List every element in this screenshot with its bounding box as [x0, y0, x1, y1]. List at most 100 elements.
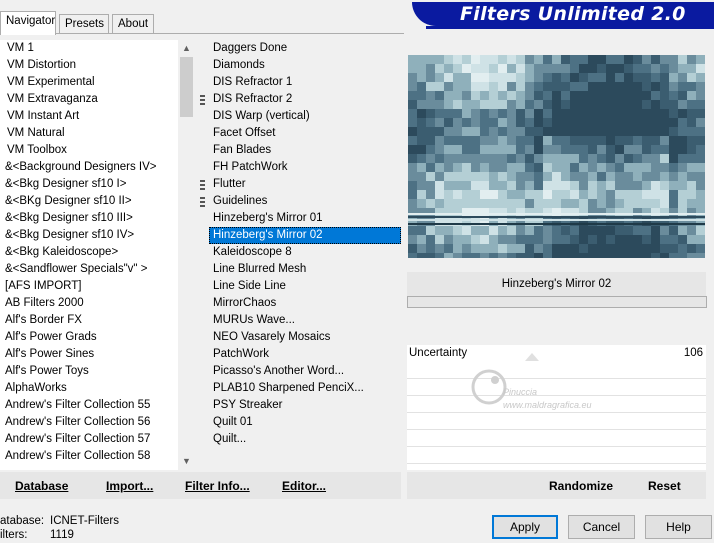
database-label: atabase: [0, 515, 45, 527]
tab-navigator[interactable]: Navigator [0, 11, 56, 35]
apply-button[interactable]: Apply [492, 515, 558, 539]
category-list-item[interactable]: &<Bkg Designer sf10 III> [0, 210, 178, 227]
cancel-button[interactable]: Cancel [568, 515, 635, 539]
parameter-row [407, 446, 706, 464]
import-button[interactable]: Import... [106, 479, 153, 493]
title-banner-underline [426, 26, 714, 29]
filter-label: Fan Blades [213, 144, 272, 156]
slider-marker-icon[interactable] [525, 353, 539, 361]
filter-list-item[interactable]: Line Blurred Mesh [209, 261, 401, 278]
filter-label: Quilt 01 [213, 416, 253, 428]
filter-list-item[interactable]: NEO Vasarely Mosaics [209, 329, 401, 346]
parameter-value[interactable]: 106 [684, 347, 703, 359]
filter-label: MirrorChaos [213, 297, 277, 309]
category-list-item[interactable]: AlphaWorks [0, 380, 178, 397]
filter-label: Picasso's Another Word... [213, 365, 345, 377]
progress-bar [407, 296, 707, 308]
filter-label: Quilt... [213, 433, 247, 445]
filter-label: Facet Offset [213, 127, 276, 139]
filter-list-item[interactable]: Hinzeberg's Mirror 01 [209, 210, 401, 227]
filter-list-item[interactable]: DIS Warp (vertical) [209, 108, 401, 125]
category-list-item[interactable]: VM Toolbox [0, 142, 178, 159]
filter-list-item[interactable]: Kaleidoscope 8 [209, 244, 401, 261]
filter-list-item[interactable]: Quilt... [209, 431, 401, 448]
parameter-row [407, 361, 706, 379]
filter-list-item[interactable]: Quilt 01 [209, 414, 401, 431]
filter-list-item[interactable]: PLAB10 Sharpened PenciX... [209, 380, 401, 397]
category-list-item[interactable]: &<Sandflower Specials"v" > [0, 261, 178, 278]
editor-button[interactable]: Editor... [282, 479, 326, 493]
filter-list-item[interactable]: DIS Refractor 2 [200, 91, 401, 108]
category-list-item[interactable]: Alf's Power Sines [0, 346, 178, 363]
category-list-item[interactable]: &<Bkg Designer sf10 I> [0, 176, 178, 193]
filter-label: DIS Refractor 2 [213, 93, 293, 105]
filter-list-item[interactable]: MirrorChaos [209, 295, 401, 312]
category-list-item[interactable]: VM Natural [0, 125, 178, 142]
category-list-item[interactable]: Alf's Power Toys [0, 363, 178, 380]
filter-list-item[interactable]: PSY Streaker [209, 397, 401, 414]
category-list-item[interactable]: Andrew's Filter Collection 56 [0, 414, 178, 431]
filter-list-item[interactable]: Diamonds [209, 57, 401, 74]
help-button[interactable]: Help [645, 515, 712, 539]
filters-count-value: 1119 [50, 529, 74, 541]
filter-list-item[interactable]: Line Side Line [209, 278, 401, 295]
filter-list-item[interactable]: MURUs Wave... [209, 312, 401, 329]
scroll-down-arrow-icon[interactable]: ▼ [178, 453, 195, 470]
filter-label: Daggers Done [213, 42, 288, 54]
category-list-item[interactable]: Andrew's Filter Collection 55 [0, 397, 178, 414]
category-list[interactable]: VM 1 VM Distortion VM Experimental VM Extra… [0, 40, 178, 470]
category-list-item[interactable]: Andrew's Filter Collection 57 [0, 431, 178, 448]
watermark-text: Pinuccia [503, 387, 538, 397]
filter-list-item[interactable]: Guidelines [200, 193, 401, 210]
category-list-item[interactable]: VM Instant Art [0, 108, 178, 125]
tab-strip-line [0, 33, 404, 34]
filter-label: PLAB10 Sharpened PenciX... [213, 382, 364, 394]
scrollbar-thumb[interactable] [180, 57, 193, 117]
filter-label: MURUs Wave... [213, 314, 295, 326]
filter-info-button[interactable]: Filter Info... [185, 479, 250, 493]
filter-list-item[interactable]: Picasso's Another Word... [209, 363, 401, 380]
filter-list-item[interactable]: Fan Blades [209, 142, 401, 159]
app-title: Filters Unlimited 2.0 [460, 3, 686, 25]
tab-about[interactable]: About [112, 14, 154, 33]
category-list-item[interactable]: VM Distortion [0, 57, 178, 74]
filter-label: Diamonds [213, 59, 265, 71]
filter-list-item[interactable]: Daggers Done [209, 40, 401, 57]
category-list-item[interactable]: VM 1 [0, 40, 178, 57]
filter-list-item[interactable]: FH PatchWork [209, 159, 401, 176]
category-scrollbar[interactable]: ▲ ▼ [178, 40, 195, 470]
filter-label: Hinzeberg's Mirror 02 [213, 229, 323, 241]
randomize-button[interactable]: Randomize [549, 479, 613, 493]
category-list-item[interactable]: Alf's Border FX [0, 312, 178, 329]
category-list-item[interactable]: Alf's Power Grads [0, 329, 178, 346]
category-list-item[interactable]: &<Bkg Kaleidoscope> [0, 244, 178, 261]
grip-icon [200, 197, 205, 207]
category-list-item[interactable]: VM Extravaganza [0, 91, 178, 108]
filter-list-item[interactable]: Flutter [200, 176, 401, 193]
scroll-up-arrow-icon[interactable]: ▲ [178, 40, 195, 57]
filter-list-item[interactable]: Facet Offset [209, 125, 401, 142]
category-list-item[interactable]: [AFS IMPORT] [0, 278, 178, 295]
filter-list[interactable]: Daggers Done Diamonds DIS Refractor 1 DIS R… [200, 40, 401, 470]
database-button[interactable]: Database [15, 479, 68, 493]
filter-list-item[interactable]: Hinzeberg's Mirror 02 [209, 227, 401, 244]
watermark-url: www.maldragrafica.eu [503, 400, 592, 410]
category-list-item[interactable]: AB Filters 2000 [0, 295, 178, 312]
category-list-item[interactable]: &<Bkg Designer sf10 IV> [0, 227, 178, 244]
filter-label: DIS Refractor 1 [213, 76, 293, 88]
parameter-row [407, 378, 706, 396]
parameter-name: Uncertainty [409, 347, 468, 359]
reset-button[interactable]: Reset [648, 479, 681, 493]
tab-presets[interactable]: Presets [59, 14, 109, 33]
category-list-item[interactable]: &<BKg Designer sf10 II> [0, 193, 178, 210]
filter-label: Flutter [213, 178, 246, 190]
category-list-item[interactable]: Andrew's Filter Collection 58 [0, 448, 178, 465]
grip-icon [200, 95, 205, 105]
parameter-row [407, 412, 706, 430]
filter-label: Line Blurred Mesh [213, 263, 307, 275]
category-list-item[interactable]: &<Background Designers IV> [0, 159, 178, 176]
filter-list-item[interactable]: PatchWork [209, 346, 401, 363]
filter-label: Guidelines [213, 195, 268, 207]
filter-list-item[interactable]: DIS Refractor 1 [209, 74, 401, 91]
category-list-item[interactable]: VM Experimental [0, 74, 178, 91]
